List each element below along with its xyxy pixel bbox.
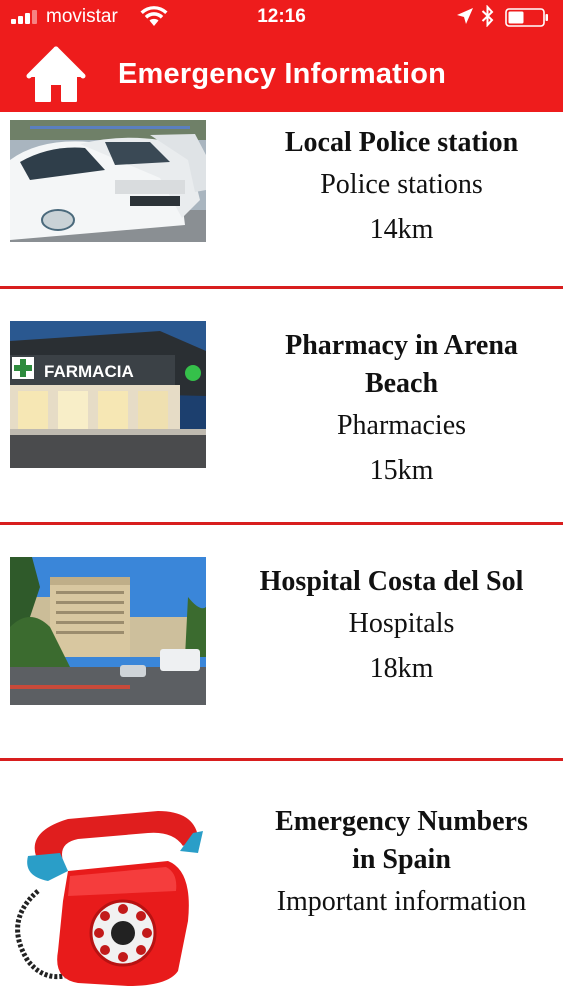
item-category: Pharmacies [336,410,467,441]
item-category: Police stations [320,169,483,200]
item-name: Hospital Costa del Sol [259,566,524,597]
item-distance: 15km [369,455,434,486]
navigation-bar: Emergency Information [0,36,563,112]
item-category: Important information [276,886,527,917]
pharmacy-sign-text: FARMACIA [44,362,134,381]
item-info: Local Police station Police stations 14k… [240,124,563,252]
list-item-pharmacy[interactable]: FARMACIA Pharmacy in Arena Beach Pharmac… [0,289,563,522]
list-item-emergency-numbers[interactable]: Emergency Numbers in Spain Important inf… [0,761,563,1000]
hospital-photo [10,557,206,705]
bluetooth-icon [481,5,494,27]
item-info: Emergency Numbers in Spain Important inf… [240,803,563,924]
item-info: Hospital Costa del Sol Hospitals 18km [240,563,563,691]
item-name: Local Police station [284,127,519,158]
location-arrow-icon [457,8,473,24]
item-distance: 18km [369,653,434,684]
home-icon[interactable] [26,46,86,104]
clock-time: 12:16 [257,6,306,27]
item-info: Pharmacy in Arena Beach Pharmacies 15km [240,327,563,493]
battery-icon [505,8,548,27]
top-bar: movistar 12:16 Emergency Information [0,0,563,112]
list-item-police[interactable]: Local Police station Police stations 14k… [0,112,563,288]
status-bar: movistar 12:16 [0,0,563,36]
item-category: Hospitals [348,608,455,639]
item-name: Pharmacy in Arena Beach [285,330,518,399]
police-cars-photo [10,120,206,242]
red-telephone-icon [8,801,208,991]
item-name: Emergency Numbers in Spain [275,806,528,875]
list-item-hospital[interactable]: Hospital Costa del Sol Hospitals 18km [0,525,563,758]
item-distance: 14km [369,214,434,245]
page-title: Emergency Information [118,58,447,90]
pharmacy-photo: FARMACIA [10,321,206,468]
